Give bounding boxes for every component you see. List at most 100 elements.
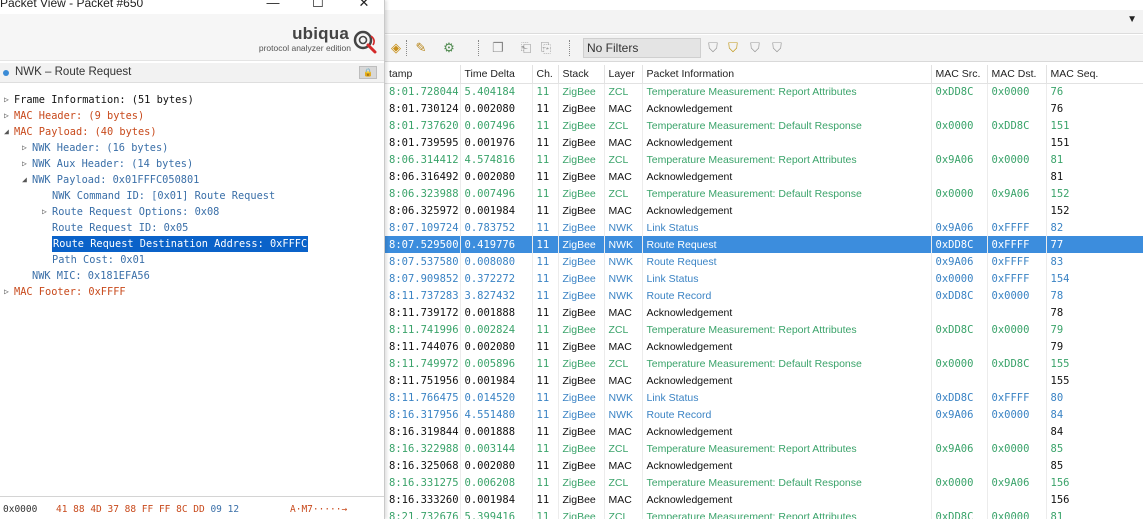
tree-node[interactable]: NWK MIC: 0x181EFA56: [0, 268, 384, 284]
column-header[interactable]: Time Delta: [460, 65, 533, 84]
collapse-arrow-icon[interactable]: ▼: [1127, 14, 1137, 25]
table-row[interactable]: 8:16.322988 0.003144 11 ZigBee ZCL Temperatur…: [385, 440, 1143, 457]
collapsed-arrow-icon[interactable]: ▷: [22, 156, 31, 172]
column-header[interactable]: Layer: [604, 65, 643, 84]
stack-cell: ZigBee: [558, 372, 605, 389]
mac-seq-cell: 85: [1046, 457, 1143, 474]
packet-info-cell: Temperature Measurement: Report Attribut…: [642, 508, 932, 519]
filter-options-icon[interactable]: ⛉: [769, 40, 785, 56]
packet-info-cell: Temperature Measurement: Report Attribut…: [642, 321, 932, 338]
table-row[interactable]: 8:01.737620 0.007496 11 ZigBee ZCL Temperatur…: [385, 117, 1143, 134]
expanded-arrow-icon[interactable]: ◢: [22, 172, 31, 188]
packet-info-cell: Temperature Measurement: Default Respons…: [642, 355, 932, 372]
channel-cell: 11: [532, 236, 559, 253]
collapsed-arrow-icon[interactable]: ▷: [4, 284, 13, 300]
filter-selector[interactable]: No Filters: [583, 38, 701, 58]
table-row[interactable]: 8:11.737283 3.827432 11 ZigBee NWK Route Reco…: [385, 287, 1143, 304]
table-row[interactable]: 8:01.728044 5.404184 11 ZigBee ZCL Temperatur…: [385, 83, 1143, 100]
table-row[interactable]: 8:06.316492 0.002080 11 ZigBee MAC Acknowledg…: [385, 168, 1143, 185]
table-row[interactable]: 8:11.744076 0.002080 11 ZigBee MAC Acknowledg…: [385, 338, 1143, 355]
channel-cell: 11: [532, 304, 559, 321]
brush-icon[interactable]: ✎: [413, 40, 429, 56]
filter-add-icon[interactable]: ⛉: [725, 40, 741, 56]
tree-label: MAC Header: (9 bytes): [14, 110, 145, 122]
minimize-icon[interactable]: —: [262, 0, 284, 11]
mac-seq-cell: 79: [1046, 321, 1143, 338]
open-capture-icon[interactable]: ◈: [388, 40, 404, 56]
tree-label: Frame Information: (51 bytes): [14, 94, 194, 106]
table-row[interactable]: 8:06.314412 4.574816 11 ZigBee ZCL Temperatur…: [385, 151, 1143, 168]
tree-node[interactable]: ◢ MAC Payload: (40 bytes): [0, 124, 384, 140]
tree-node[interactable]: ▷ Frame Information: (51 bytes): [0, 92, 384, 108]
tree-node[interactable]: NWK Command ID: [0x01] Route Request: [0, 188, 384, 204]
tree-node[interactable]: ▷ MAC Footer: 0xFFFF: [0, 284, 384, 300]
mac-dst-cell: 0x9A06: [987, 474, 1047, 491]
tree-node[interactable]: ◢ NWK Payload: 0x01FFFC050801: [0, 172, 384, 188]
table-row[interactable]: 8:16.333260 0.001984 11 ZigBee MAC Acknowledg…: [385, 491, 1143, 508]
table-row[interactable]: 8:16.325068 0.002080 11 ZigBee MAC Acknowledg…: [385, 457, 1143, 474]
column-header[interactable]: Stack: [558, 65, 605, 84]
tree-label: MAC Payload: (40 bytes): [14, 126, 157, 138]
table-row[interactable]: 8:01.739595 0.001976 11 ZigBee MAC Acknowledg…: [385, 134, 1143, 151]
column-header[interactable]: Packet Information: [642, 65, 932, 84]
stack-cell: ZigBee: [558, 185, 605, 202]
close-icon[interactable]: ✕: [353, 0, 375, 11]
mac-src-cell: 0x9A06: [931, 253, 988, 270]
packet-info-cell: Acknowledgement: [642, 491, 932, 508]
table-row[interactable]: 8:16.319844 0.001888 11 ZigBee MAC Acknowledg…: [385, 423, 1143, 440]
table-row[interactable]: 8:07.909852 0.372272 11 ZigBee NWK Link Statu…: [385, 270, 1143, 287]
column-header[interactable]: MAC Dst.: [987, 65, 1047, 84]
table-row[interactable]: 8:06.325972 0.001984 11 ZigBee MAC Acknowledg…: [385, 202, 1143, 219]
table-row[interactable]: 8:16.317956 4.551480 11 ZigBee NWK Route Reco…: [385, 406, 1143, 423]
table-row[interactable]: 8:21.732676 5.399416 11 ZigBee ZCL Temperatur…: [385, 508, 1143, 519]
packet-info-cell: Route Record: [642, 406, 932, 423]
filter-icon[interactable]: ⛉: [705, 40, 721, 56]
go-back-icon[interactable]: ⎗: [518, 40, 534, 56]
table-row[interactable]: 8:11.739172 0.001888 11 ZigBee MAC Acknowledg…: [385, 304, 1143, 321]
tree-node[interactable]: ▷ Route Request Options: 0x08: [0, 204, 384, 220]
maximize-icon[interactable]: ☐: [307, 0, 329, 11]
channel-cell: 11: [532, 457, 559, 474]
column-header[interactable]: MAC Seq.: [1046, 65, 1143, 84]
time-delta-cell: 0.002080: [460, 168, 533, 185]
copy-icon[interactable]: ❐: [490, 40, 506, 56]
column-header[interactable]: Ch.: [532, 65, 559, 84]
layer-cell: ZCL: [604, 117, 643, 134]
tree-node[interactable]: ▷ NWK Aux Header: (14 bytes): [0, 156, 384, 172]
tree-node[interactable]: Path Cost: 0x01: [0, 252, 384, 268]
stack-cell: ZigBee: [558, 151, 605, 168]
hex-bytes[interactable]: 41 88 4D 37 88 FF FF 8C DD 09 12: [56, 504, 239, 515]
table-row[interactable]: 8:07.109724 0.783752 11 ZigBee NWK Link Statu…: [385, 219, 1143, 236]
mac-dst-cell: [987, 304, 1047, 321]
lock-icon[interactable]: 🔒: [359, 66, 377, 79]
table-row[interactable]: 8:11.751956 0.001984 11 ZigBee MAC Acknowledg…: [385, 372, 1143, 389]
expanded-arrow-icon[interactable]: ◢: [4, 124, 13, 140]
tree-node[interactable]: ▷ MAC Header: (9 bytes): [0, 108, 384, 124]
column-header[interactable]: tamp: [385, 65, 461, 84]
table-row[interactable]: 8:11.749972 0.005896 11 ZigBee ZCL Temperatur…: [385, 355, 1143, 372]
collapsed-arrow-icon[interactable]: ▷: [22, 140, 31, 156]
collapsed-arrow-icon[interactable]: ▷: [4, 92, 13, 108]
table-row[interactable]: 8:01.730124 0.002080 11 ZigBee MAC Acknowledg…: [385, 100, 1143, 117]
mac-seq-cell: 79: [1046, 338, 1143, 355]
mac-src-cell: 0xDD8C: [931, 389, 988, 406]
tree-node[interactable]: Route Request ID: 0x05: [0, 220, 384, 236]
table-row[interactable]: 8:11.741996 0.002824 11 ZigBee ZCL Temperatur…: [385, 321, 1143, 338]
table-row[interactable]: 8:16.331275 0.006208 11 ZigBee ZCL Temperatur…: [385, 474, 1143, 491]
collapsed-arrow-icon[interactable]: ▷: [42, 204, 51, 220]
table-row-selected[interactable]: 8:07.529500 0.419776 11 ZigBee NWK Route Requ…: [385, 236, 1143, 253]
timestamp-cell: 8:11.741996: [385, 321, 461, 338]
tree-node[interactable]: Route Request Destination Address: 0xFFF…: [0, 236, 384, 252]
table-row[interactable]: 8:11.766475 0.014520 11 ZigBee NWK Link Statu…: [385, 389, 1143, 406]
collapsed-arrow-icon[interactable]: ▷: [4, 108, 13, 124]
tree-node[interactable]: ▷ NWK Header: (16 bytes): [0, 140, 384, 156]
column-header[interactable]: MAC Src.: [931, 65, 988, 84]
table-row[interactable]: 8:07.537580 0.008080 11 ZigBee NWK Route Requ…: [385, 253, 1143, 270]
table-row[interactable]: 8:06.323988 0.007496 11 ZigBee ZCL Temperatur…: [385, 185, 1143, 202]
settings-gear-icon[interactable]: ⚙: [441, 40, 457, 56]
filter-clear-icon[interactable]: ⛉: [747, 40, 763, 56]
channel-cell: 11: [532, 491, 559, 508]
packet-info-cell: Acknowledgement: [642, 338, 932, 355]
go-forward-icon[interactable]: ⎘: [538, 40, 554, 56]
mac-dst-cell: 0x0000: [987, 406, 1047, 423]
